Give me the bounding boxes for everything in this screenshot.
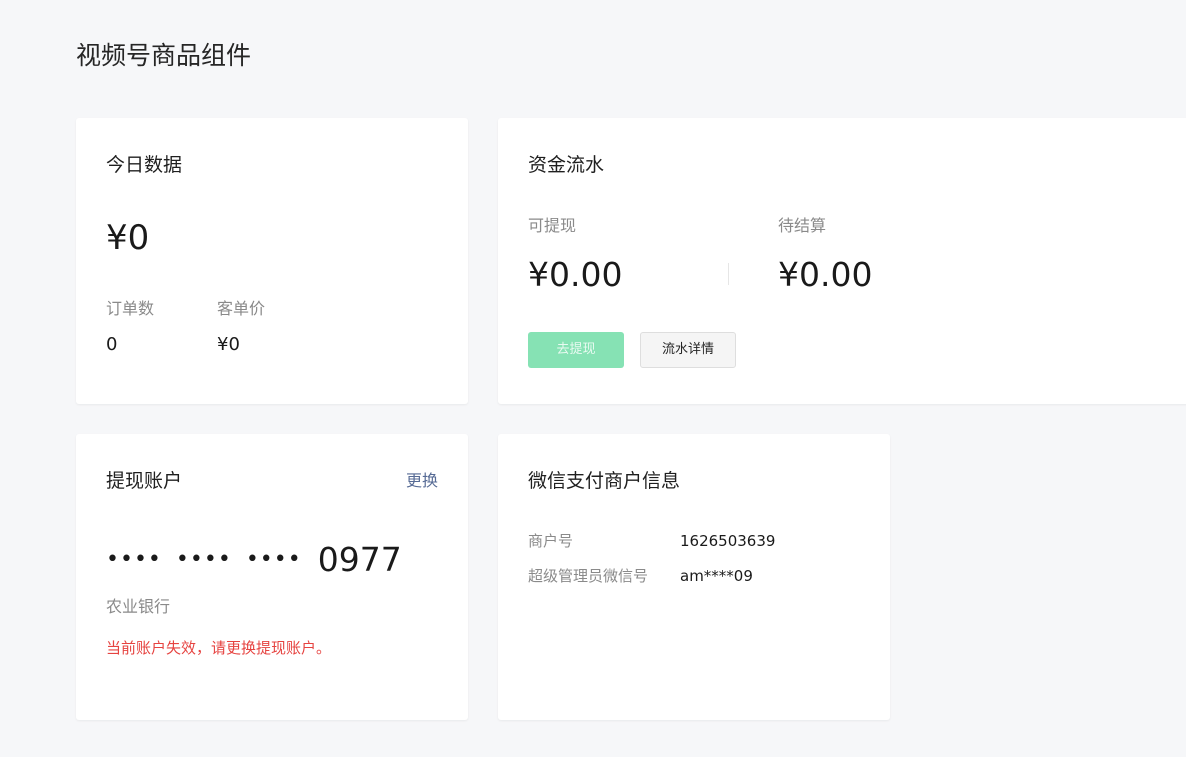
merchant-info-card: 微信支付商户信息 商户号 1626503639 超级管理员微信号 am****0…	[498, 434, 890, 720]
funds-divider	[728, 263, 729, 285]
withdraw-account-title: 提现账户	[106, 470, 183, 492]
withdrawable-value: ¥0.00	[528, 255, 623, 294]
avg-price-label: 客单价	[217, 299, 266, 318]
masked-group-3: ••••	[245, 547, 302, 572]
admin-wechat-label: 超级管理员微信号	[528, 567, 649, 585]
avg-price-value: ¥0	[217, 334, 240, 355]
pending-label: 待结算	[778, 216, 827, 235]
withdraw-account-card: 提现账户 更换 •••• •••• •••• 0977 农业银行 当前账户失效，…	[76, 434, 468, 720]
orders-value: 0	[106, 334, 118, 355]
merchant-info-title: 微信支付商户信息	[528, 470, 681, 492]
masked-card-number: •••• •••• •••• 0977	[106, 540, 402, 580]
page-title: 视频号商品组件	[76, 41, 252, 70]
withdrawable-label: 可提现	[528, 216, 577, 235]
today-data-title: 今日数据	[106, 154, 183, 176]
masked-group-2: ••••	[175, 547, 232, 572]
today-amount: ¥0	[106, 218, 150, 258]
withdraw-button[interactable]: 去提现	[528, 332, 624, 368]
masked-group-1: ••••	[106, 547, 162, 572]
merchant-id-value: 1626503639	[680, 532, 776, 550]
change-account-link[interactable]: 更换	[406, 470, 438, 492]
merchant-id-label: 商户号	[528, 532, 574, 550]
flow-details-button[interactable]: 流水详情	[640, 332, 736, 368]
funds-flow-card: 资金流水 可提现 ¥0.00 待结算 ¥0.00 去提现 流水详情	[498, 118, 1186, 404]
today-data-card: 今日数据 ¥0 订单数 0 客单价 ¥0	[76, 118, 468, 404]
funds-flow-title: 资金流水	[528, 154, 605, 176]
bank-name: 农业银行	[106, 597, 171, 616]
card-last-four: 0977	[317, 540, 402, 579]
account-warning: 当前账户失效，请更换提现账户。	[106, 639, 332, 657]
admin-wechat-value: am****09	[680, 567, 753, 585]
orders-label: 订单数	[106, 299, 155, 318]
pending-value: ¥0.00	[778, 255, 873, 294]
